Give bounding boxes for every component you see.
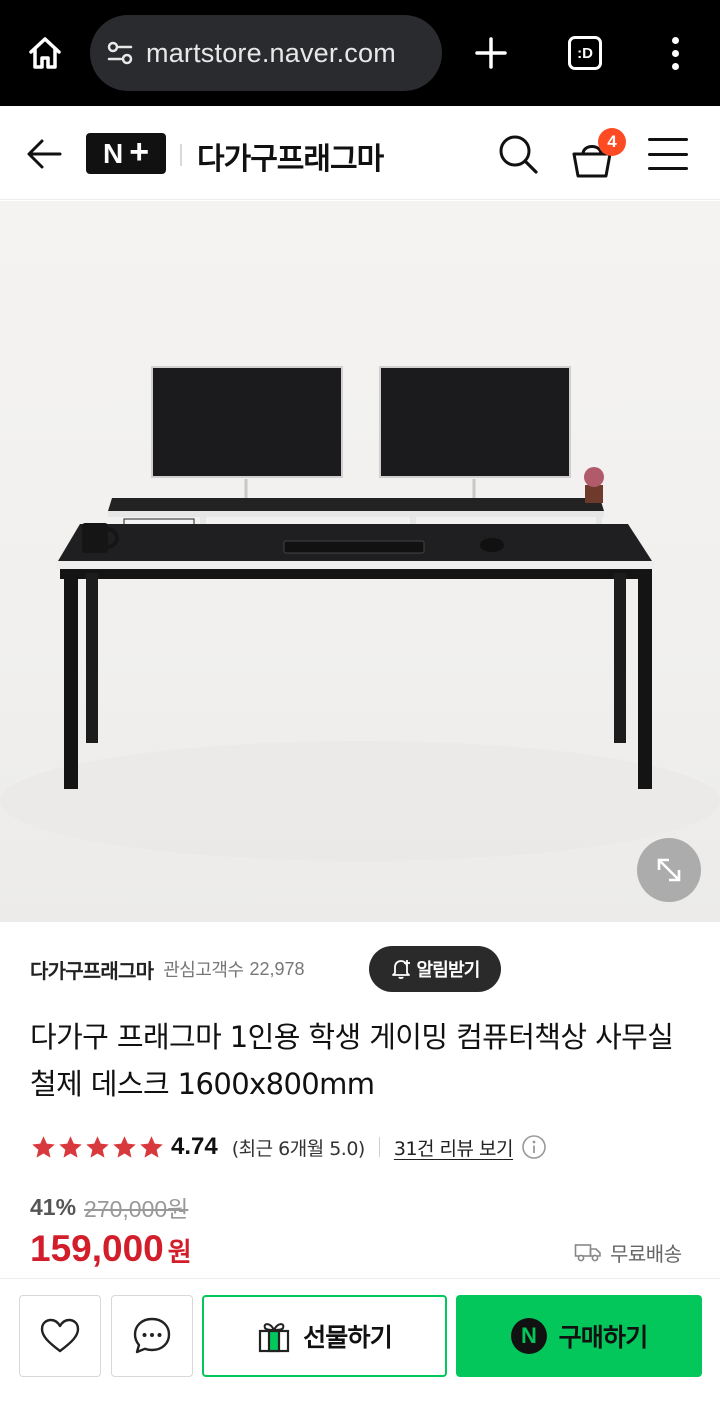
store-name[interactable]: 다가구프래그마 — [197, 134, 384, 178]
product-image[interactable] — [0, 201, 720, 922]
star-icon — [59, 1135, 82, 1158]
naver-pay-badge: N — [510, 1318, 547, 1354]
home-icon — [29, 37, 61, 69]
arrow-left-icon — [27, 139, 62, 169]
more-vert-icon — [671, 36, 679, 44]
currency-unit: 원 — [167, 1238, 192, 1268]
gift-button[interactable]: 선물하기 — [202, 1295, 447, 1377]
cart-button[interactable]: 4 — [568, 128, 630, 180]
followers-label: 관심고객수 — [163, 960, 244, 981]
seller-name[interactable]: 다가구프래그마 — [30, 955, 154, 984]
alarm-label: 알림받기 — [416, 960, 480, 981]
discount-row: 41% 270,000원 — [30, 1190, 188, 1224]
chat-button[interactable] — [111, 1295, 193, 1377]
star-icon — [113, 1135, 136, 1158]
address-bar[interactable]: martstore.naver.com — [90, 15, 442, 91]
menu-button[interactable] — [646, 134, 690, 174]
expand-icon — [657, 858, 681, 882]
buy-button[interactable]: N 구매하기 — [456, 1295, 702, 1377]
shipping-info: 무료배송 — [574, 1236, 682, 1268]
star-icon — [140, 1135, 163, 1158]
product-title: 다가구 프래그마 1인용 학생 게이밍 컴퓨터책상 사무실 철제 데스크 160… — [30, 1020, 674, 1101]
naver-plus-logo[interactable]: N + — [86, 133, 166, 174]
hamburger-icon — [648, 138, 688, 141]
search-button[interactable] — [496, 132, 540, 176]
browser-menu-button[interactable] — [654, 28, 696, 78]
back-button[interactable] — [22, 132, 66, 176]
star-icon — [86, 1135, 109, 1158]
gift-icon — [258, 1323, 290, 1353]
new-tab-button[interactable] — [466, 28, 516, 78]
url-text[interactable]: martstore.naver.com — [146, 38, 396, 69]
rating-stars — [30, 1134, 165, 1161]
header-divider — [180, 144, 182, 166]
wishlist-button[interactable] — [19, 1295, 101, 1377]
search-icon — [499, 135, 538, 174]
rating-value: 4.74 — [171, 1133, 218, 1160]
seller-info: 다가구프래그마 관심고객수 22,978 — [30, 946, 305, 992]
sale-price: 159,000 — [30, 1228, 164, 1269]
followers-count: 22,978 — [249, 958, 305, 979]
original-price: 270,000원 — [84, 1196, 189, 1222]
alarm-subscribe-button[interactable]: 알림받기 — [369, 946, 501, 992]
shipping-label: 무료배송 — [610, 1241, 682, 1266]
store-header: N + 다가구프래그마 4 — [0, 106, 720, 200]
desk-photo — [0, 366, 720, 861]
gift-label: 선물하기 — [303, 1323, 393, 1352]
delivery-truck-icon — [574, 1244, 601, 1262]
star-icon — [32, 1135, 55, 1158]
heart-icon — [40, 1318, 80, 1353]
tab-count: :D — [568, 36, 602, 70]
recent-rating: (최근 6개월 5.0) — [231, 1137, 366, 1160]
price-row: 159,000 원 — [30, 1228, 192, 1276]
bell-plus-icon — [392, 960, 411, 979]
expand-image-button[interactable] — [637, 838, 701, 902]
site-settings-icon[interactable] — [90, 38, 150, 68]
plus-icon — [475, 37, 507, 69]
home-button[interactable] — [22, 30, 68, 76]
discount-rate: 41% — [30, 1193, 77, 1220]
buy-label: 구매하기 — [558, 1323, 649, 1352]
rating-row: 4.74 (최근 6개월 5.0) 31건 리뷰 보기 — [30, 1128, 547, 1166]
browser-toolbar: martstore.naver.com :D — [0, 0, 720, 106]
chat-bubble-icon — [133, 1317, 171, 1354]
rating-divider — [378, 1137, 380, 1157]
info-icon[interactable] — [521, 1134, 547, 1160]
cart-count-badge: 4 — [598, 128, 626, 156]
tab-switcher-button[interactable]: :D — [560, 30, 610, 76]
review-link[interactable]: 31건 리뷰 보기 — [394, 1134, 514, 1161]
